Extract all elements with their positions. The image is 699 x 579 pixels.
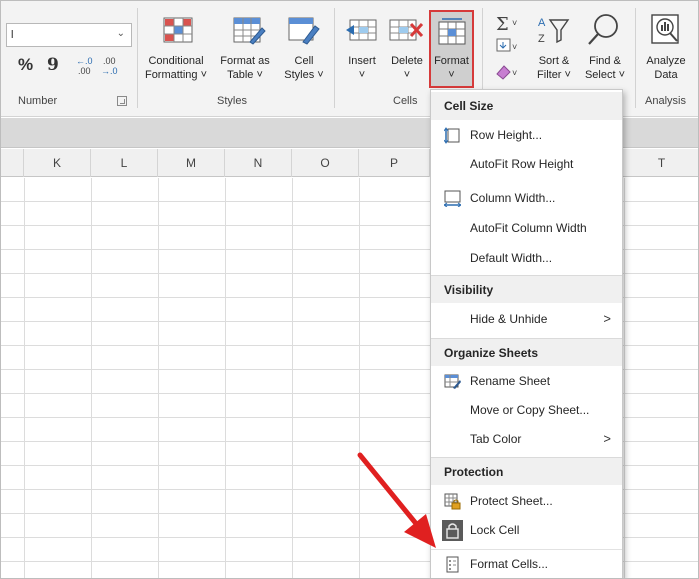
screenshot-frame	[0, 0, 699, 579]
